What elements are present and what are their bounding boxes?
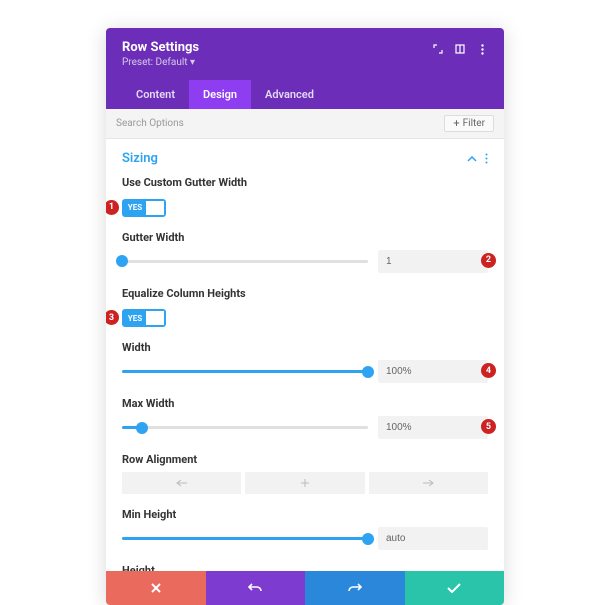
modal-footer [106, 571, 504, 605]
annotation-marker-3: 3 [106, 310, 119, 325]
slider-min-height[interactable] [122, 537, 368, 540]
tab-content[interactable]: Content [122, 80, 189, 109]
align-left-button[interactable] [122, 472, 241, 494]
more-icon[interactable] [476, 43, 488, 55]
close-icon [150, 582, 162, 594]
slider-gutter[interactable] [122, 260, 368, 263]
field-max-width: Max Width 5 [122, 397, 488, 439]
field-equalize: Equalize Column Heights 3 YES [122, 287, 488, 328]
toggle-equalize[interactable]: YES [122, 309, 166, 327]
section-title[interactable]: Sizing [122, 151, 158, 166]
row-settings-modal: Row Settings Preset: Default ▾ Content D… [106, 28, 504, 605]
toggle-yes-label: YES [124, 201, 146, 215]
label-custom-gutter: Use Custom Gutter Width [122, 176, 488, 189]
field-width: Width 4 [122, 341, 488, 383]
modal-header: Row Settings Preset: Default ▾ Content D… [106, 28, 504, 109]
cancel-button[interactable] [106, 571, 206, 605]
redo-button[interactable] [305, 571, 405, 605]
search-bar: Search Options + Filter [106, 109, 504, 139]
input-max-width-value[interactable] [378, 416, 488, 439]
toggle-knob [146, 201, 164, 215]
align-right-button[interactable] [369, 472, 488, 494]
annotation-marker-1: 1 [106, 200, 119, 215]
annotation-marker-4: 4 [481, 363, 496, 378]
modal-body: Sizing Use Custom Gutter Width 1 YES Gut… [106, 139, 504, 571]
tab-advanced[interactable]: Advanced [251, 80, 328, 109]
label-height: Height [122, 564, 488, 571]
undo-icon [248, 582, 262, 594]
field-height: Height [122, 564, 488, 571]
redo-icon [348, 582, 362, 594]
align-center-button[interactable] [245, 472, 364, 494]
toggle-custom-gutter[interactable]: YES [122, 199, 166, 217]
collapse-icon[interactable] [467, 156, 477, 162]
modal-title: Row Settings [122, 40, 199, 55]
slider-width[interactable] [122, 370, 368, 373]
label-min-height: Min Height [122, 508, 488, 521]
field-min-height: Min Height [122, 508, 488, 550]
toggle-yes-label: YES [124, 311, 146, 325]
label-width: Width [122, 341, 488, 354]
toggle-knob [146, 311, 164, 325]
input-gutter-value[interactable] [378, 250, 488, 273]
slider-max-width[interactable] [122, 426, 368, 429]
field-row-align: Row Alignment [122, 453, 488, 494]
section-more-icon[interactable] [485, 153, 488, 164]
annotation-marker-5: 5 [481, 419, 496, 434]
search-input[interactable]: Search Options [116, 118, 184, 129]
preset-selector[interactable]: Preset: Default ▾ [122, 57, 199, 68]
field-custom-gutter: Use Custom Gutter Width 1 YES [122, 176, 488, 217]
filter-label: Filter [463, 118, 485, 129]
check-icon [447, 583, 461, 593]
label-max-width: Max Width [122, 397, 488, 410]
tabs: Content Design Advanced [122, 80, 488, 109]
save-button[interactable] [405, 571, 505, 605]
label-equalize: Equalize Column Heights [122, 287, 488, 300]
snap-icon[interactable] [454, 43, 466, 55]
field-gutter-width: Gutter Width 2 [122, 231, 488, 273]
input-min-height-value[interactable] [378, 527, 488, 550]
input-width-value[interactable] [378, 360, 488, 383]
label-row-align: Row Alignment [122, 453, 488, 466]
tab-design[interactable]: Design [189, 80, 251, 109]
undo-button[interactable] [206, 571, 306, 605]
label-gutter-width: Gutter Width [122, 231, 488, 244]
filter-button[interactable]: + Filter [444, 115, 494, 132]
annotation-marker-2: 2 [481, 253, 496, 268]
expand-icon[interactable] [432, 43, 444, 55]
